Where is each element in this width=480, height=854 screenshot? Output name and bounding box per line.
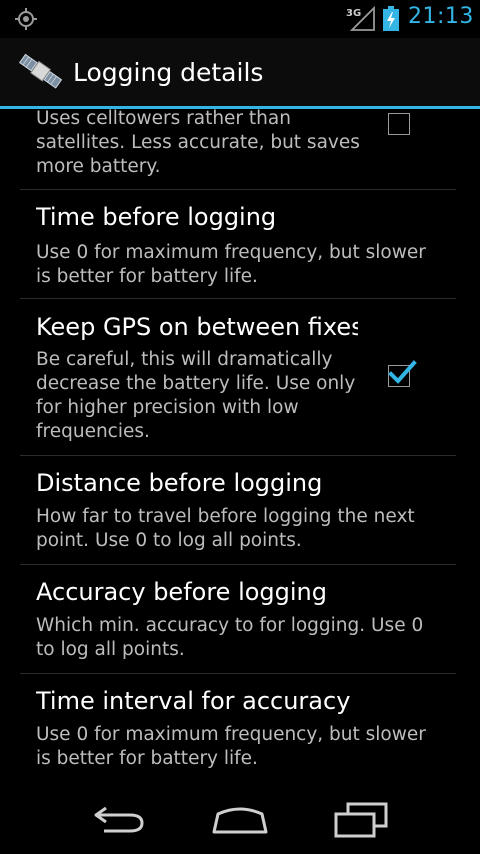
pref-title: Time before logging [36,203,277,231]
network-type-label: 3G [346,8,361,19]
recent-apps-icon[interactable] [332,800,390,838]
pref-item-accuracy-before-logging[interactable]: Accuracy before logging Which min. accur… [20,564,456,674]
pref-summary: Uses celltowers rather than satellites. … [36,109,360,177]
pref-item-keep-gps-on[interactable]: Keep GPS on between fixes Be careful, th… [20,298,456,456]
status-clock: 21:13 [408,4,474,29]
pref-title: Accuracy before logging [36,578,327,606]
home-icon[interactable] [210,802,270,836]
battery-charging-icon [383,6,399,31]
page-title: Logging details [73,58,264,87]
checkmark-icon [388,360,417,384]
pref-item-time-interval-for-accuracy[interactable]: Time interval for accuracy Use 0 for max… [20,673,456,780]
preferences-list[interactable]: Uses celltowers rather than satellites. … [0,109,480,780]
pref-title: Time interval for accuracy [36,687,351,715]
pref-summary: Which min. accuracy to for logging. Use … [36,615,424,660]
satellite-icon[interactable] [16,50,64,94]
pref-summary: How far to travel before logging the nex… [36,506,415,551]
signal-icon: 3G [346,6,375,31]
status-bar: 3G 21:13 [0,0,480,38]
pref-item-use-celltowers[interactable]: Uses celltowers rather than satellites. … [20,109,456,190]
pref-item-time-before-logging[interactable]: Time before logging Use 0 for maximum fr… [20,189,456,299]
pref-summary: Use 0 for maximum frequency, but slower … [36,242,426,287]
back-icon[interactable] [92,802,148,836]
action-bar: Logging details [0,38,480,106]
pref-summary: Be careful, this will dramatically decre… [36,349,356,442]
pref-title: Keep GPS on between fixes [36,313,358,341]
pref-summary: Use 0 for maximum frequency, but slower … [36,724,426,769]
pref-checkbox[interactable] [388,113,410,135]
pref-checkbox-checked[interactable] [388,360,417,387]
gps-icon [15,8,37,30]
pref-item-distance-before-logging[interactable]: Distance before logging How far to trave… [20,455,456,565]
navigation-bar [0,780,480,854]
pref-title: Distance before logging [36,469,323,497]
